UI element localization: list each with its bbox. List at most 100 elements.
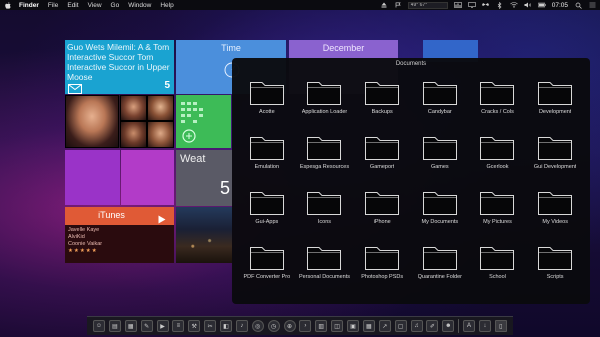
dashboard-icon[interactable]: ◎ <box>251 320 264 332</box>
preview-icon[interactable]: ◫ <box>331 320 344 332</box>
news-headline: Guo Wets Milemil: A & Tom Interactive Su… <box>67 42 170 82</box>
folder-item[interactable]: Emulation <box>238 133 296 188</box>
trash-icon[interactable]: ▯ <box>494 320 507 332</box>
bluetooth-icon[interactable] <box>496 1 504 9</box>
stocks-icon[interactable]: ↗ <box>378 320 391 332</box>
folder-item[interactable]: Acotte <box>238 78 296 133</box>
chart-icon[interactable]: ▥ <box>315 320 328 332</box>
menubar-clock[interactable]: 07:05 <box>552 2 568 9</box>
tile-city-photo[interactable] <box>176 207 232 263</box>
folder-label: Emulation <box>254 164 280 170</box>
menu-window[interactable]: Window <box>128 2 151 9</box>
folder-item[interactable]: Candybar <box>411 78 469 133</box>
apple-icon[interactable] <box>4 1 11 9</box>
itunes-tile-label: iTunes <box>98 210 125 220</box>
tile-purple-2[interactable] <box>121 150 174 205</box>
folder-item[interactable]: Gcerlook <box>469 133 527 188</box>
battery-icon[interactable] <box>537 2 546 8</box>
folder-item[interactable]: My Documents <box>411 188 469 243</box>
folder-item[interactable]: PDF Converter Pro <box>238 243 296 298</box>
folder-icon <box>422 78 458 106</box>
photo-small-2 <box>147 95 174 121</box>
folder-item[interactable]: iPhone <box>353 188 411 243</box>
folder-item[interactable]: Scripts <box>526 243 584 298</box>
safari-icon[interactable]: ⊕ <box>283 320 296 332</box>
folder-item[interactable]: My Videos <box>526 188 584 243</box>
stack-title: Documents <box>395 61 427 67</box>
folder-item[interactable]: Games <box>411 133 469 188</box>
folder-item[interactable]: Backups <box>353 78 411 133</box>
tile-activity[interactable] <box>176 95 231 148</box>
menu-go[interactable]: Go <box>111 2 120 9</box>
downloads-stack-icon[interactable]: ↓ <box>478 320 491 332</box>
photo-small-4 <box>147 121 174 148</box>
finder-icon[interactable]: ☺ <box>93 320 105 332</box>
calendar-icon[interactable]: ▦ <box>124 320 137 332</box>
weather-temperature: 5 <box>219 178 230 198</box>
dropbox-icon[interactable] <box>482 2 490 8</box>
cpu-meter-icon[interactable] <box>453 2 462 8</box>
spotlight-icon[interactable] <box>574 2 582 9</box>
terminal-icon[interactable]: › <box>299 320 312 332</box>
folder-item[interactable]: Cracks / Cols <box>469 78 527 133</box>
wifi-icon[interactable] <box>510 2 518 8</box>
tile-photos[interactable] <box>65 95 174 148</box>
folder-item[interactable]: Personal Documents <box>296 243 354 298</box>
folder-label: Scripts <box>546 274 564 280</box>
folder-icon <box>364 133 400 161</box>
menu-edit[interactable]: Edit <box>67 2 78 9</box>
folder-item[interactable]: Photoshop PSDs <box>353 243 411 298</box>
folder-icon <box>537 78 573 106</box>
folder-icon <box>306 243 342 271</box>
folder-item[interactable]: Espesga Resources <box>296 133 354 188</box>
tile-itunes[interactable]: iTunes Javelle Kaye AlviKid Coonie Vaika… <box>65 207 174 263</box>
document-icon[interactable]: ▤ <box>108 320 121 332</box>
notes-icon[interactable]: ✎ <box>140 320 153 332</box>
notification-center-icon[interactable] <box>588 2 596 8</box>
folder-icon <box>306 78 342 106</box>
tile-news[interactable]: Guo Wets Milemil: A & Tom Interactive Su… <box>65 40 174 94</box>
volume-icon[interactable] <box>524 2 532 8</box>
weather-field[interactable]: 49° 67° <box>407 1 448 9</box>
tile-weather[interactable]: Weat 5 <box>176 150 232 206</box>
image-icon[interactable]: ▣ <box>347 320 359 332</box>
menu-help[interactable]: Help <box>160 2 173 9</box>
folder-item[interactable]: Gameport <box>353 133 411 188</box>
menu-view[interactable]: View <box>88 2 102 9</box>
folder-icon <box>249 133 285 161</box>
folder-label: iPhone <box>373 219 391 225</box>
pdf-icon[interactable]: ▢ <box>394 320 407 332</box>
menu-app-finder[interactable]: Finder <box>19 2 39 9</box>
documents-stack-icon[interactable]: A <box>463 320 475 332</box>
folder-item[interactable]: My Pictures <box>469 188 527 243</box>
folder-icon <box>306 188 342 216</box>
eject-icon[interactable] <box>380 2 388 8</box>
folder-label: Personal Documents <box>298 274 351 280</box>
folder-icon <box>306 133 342 161</box>
itunes-track-line-1: Javelle Kaye <box>68 227 100 233</box>
menu-file[interactable]: File <box>48 2 58 9</box>
folder-item[interactable]: Icons <box>296 188 354 243</box>
flag-icon[interactable] <box>394 2 402 8</box>
reader-icon[interactable]: ≡ <box>172 320 185 332</box>
folder-item[interactable]: Quarantine Folder <box>411 243 469 298</box>
folder-item[interactable]: Development <box>526 78 584 133</box>
folder-icon <box>479 188 515 216</box>
folder-item[interactable]: Application Loader <box>296 78 354 133</box>
display-icon[interactable] <box>467 2 476 8</box>
folder-item[interactable]: Gui Development <box>526 133 584 188</box>
tools-icon[interactable]: ⚒ <box>188 320 201 332</box>
music-icon[interactable]: ♪ <box>235 320 248 332</box>
folder-item[interactable]: School <box>469 243 527 298</box>
contacts-icon[interactable]: ☻ <box>442 320 455 332</box>
folder-icon <box>422 243 458 271</box>
clock-icon[interactable]: ◷ <box>267 320 280 332</box>
video-icon[interactable]: ▶ <box>156 320 169 332</box>
grid-icon[interactable]: ▦ <box>362 320 375 332</box>
audio-icon[interactable]: ♫ <box>410 320 423 332</box>
photo-icon[interactable]: ◧ <box>220 320 232 332</box>
editor-icon[interactable]: ✐ <box>426 320 439 332</box>
folder-item[interactable]: Gui-Apps <box>238 188 296 243</box>
tile-purple-1[interactable] <box>65 150 120 205</box>
scissors-icon[interactable]: ✂ <box>204 320 217 332</box>
